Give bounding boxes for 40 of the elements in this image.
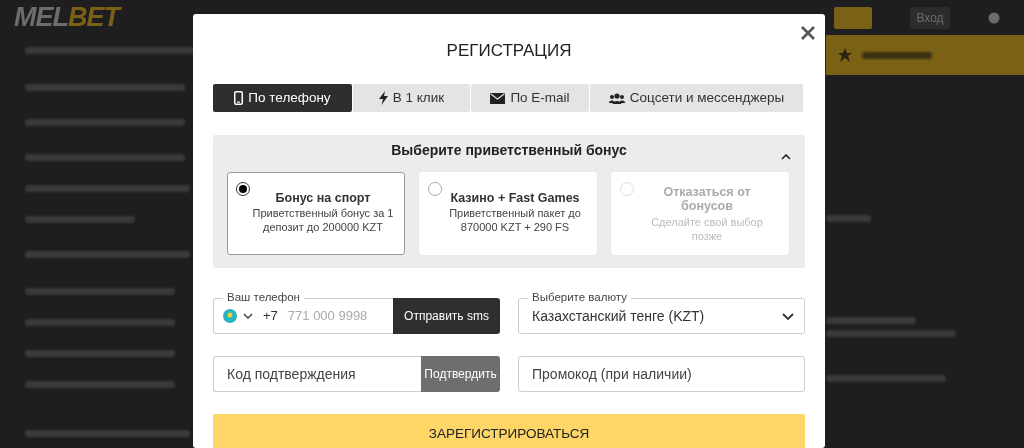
field-label: Ваш телефон: [223, 289, 304, 305]
field-label: Выберите валюту: [528, 289, 631, 305]
radio-button[interactable]: [428, 182, 442, 196]
bonus-option-description: Приветственный бонус за 1 депозит до 200000 KZT: [252, 207, 394, 235]
tab[interactable]: По телефону: [213, 84, 352, 112]
chevron-down-icon: [782, 312, 794, 320]
promo-banner[interactable]: [826, 35, 1024, 75]
users-icon: [608, 92, 625, 104]
bonus-option-card[interactable]: Бонус на спорт Приветственный бонус за 1 депозит до 200000 KZT: [227, 172, 405, 255]
tab[interactable]: Соцсети и мессенджеры: [590, 84, 803, 112]
tab[interactable]: По E-mail: [471, 84, 589, 112]
country-code: +7: [263, 307, 278, 326]
tab[interactable]: В 1 клик: [353, 84, 470, 112]
flag-icon: [223, 309, 237, 323]
radio-button[interactable]: [236, 182, 250, 196]
chevron-up-icon[interactable]: [781, 153, 791, 160]
send-sms-button[interactable]: Отправить sms: [393, 298, 500, 334]
star-icon: [838, 48, 852, 62]
chevron-down-icon: [243, 313, 253, 319]
phone-number-input[interactable]: 771 000 9998: [287, 306, 383, 326]
dialog-title: РЕГИСТРАЦИЯ: [445, 40, 573, 62]
lightning-icon: [378, 91, 388, 105]
bonus-option-title: Казино + Fast Games: [449, 191, 581, 206]
phone-icon: [234, 91, 244, 105]
bonus-title: Выберите приветственный бонус: [391, 140, 627, 160]
blurred-text: [826, 215, 871, 222]
currency-value: Казахстанский тенге (KZT): [532, 306, 705, 326]
confirmation-code-field[interactable]: Код подтверждения: [213, 356, 421, 392]
bonus-option-description: Приветственный пакет до 870000 KZT + 290 FS: [448, 207, 582, 235]
bonus-option-card[interactable]: Казино + Fast Games Приветственный пакет до 870000 KZT + 290 FS: [419, 172, 597, 255]
bonus-option-description: Сделайте свой выбор позже: [650, 215, 764, 244]
bonus-option-title: Бонус на спорт: [274, 191, 372, 206]
promo-code-field[interactable]: Промокод (при наличии): [518, 356, 805, 392]
bonus-option-title: Отказаться от бонусов: [662, 185, 752, 214]
confirm-button[interactable]: Подтвердить: [421, 356, 500, 392]
header-button[interactable]: [834, 6, 872, 29]
globe-icon[interactable]: [988, 11, 1000, 24]
envelope-icon: [490, 92, 506, 104]
register-button[interactable]: ЗАРЕГИСТРИРОВАТЬСЯ: [213, 414, 805, 448]
blurred-text: [862, 51, 932, 59]
